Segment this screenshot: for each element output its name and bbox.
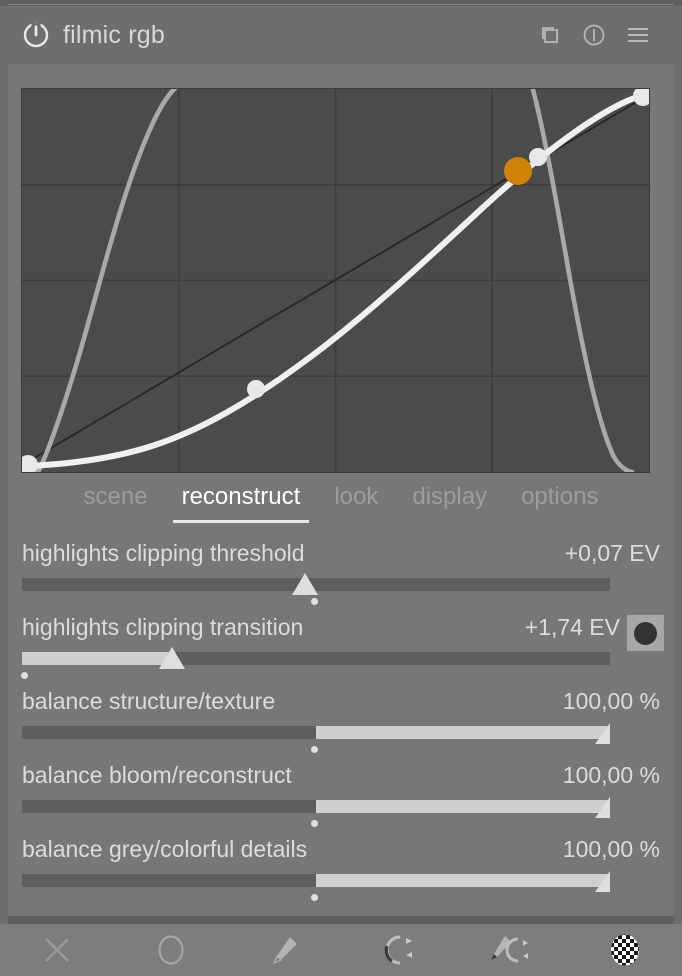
blend-mask-toolbar — [0, 924, 682, 976]
tab-reconstruct[interactable]: reconstruct — [165, 477, 318, 523]
shadows-node — [247, 380, 265, 398]
slider-default-marker — [311, 746, 318, 753]
slider-value: 100,00 % — [562, 688, 660, 714]
slider-label: balance grey/colorful details — [22, 836, 308, 862]
slider-label: highlights clipping threshold — [22, 540, 305, 566]
slider-default-marker — [311, 894, 318, 901]
parametric-icon — [384, 935, 412, 965]
tab-look[interactable]: look — [317, 477, 395, 511]
mask-uniformly-button[interactable] — [114, 924, 228, 976]
slider-header: balance structure/texture 100,00 % — [22, 688, 660, 715]
slider-track[interactable] — [22, 652, 610, 665]
slider-fill — [22, 652, 172, 665]
tone-curve-svg — [22, 89, 649, 472]
tab-label: scene — [83, 483, 148, 510]
slider-track[interactable] — [22, 800, 610, 813]
slider-track[interactable] — [22, 578, 610, 591]
tab-label: display — [412, 483, 488, 510]
slider-fill — [316, 874, 610, 887]
slider-value: +0,07 EV — [564, 540, 660, 566]
tab-display[interactable]: display — [395, 477, 504, 511]
circle-icon — [157, 935, 184, 965]
slider-balance-bloom-reconstruct[interactable]: balance bloom/reconstruct 100,00 % — [0, 756, 682, 830]
slider-track[interactable] — [22, 874, 610, 887]
color-picker-icon — [634, 621, 657, 645]
color-picker-button[interactable] — [627, 615, 664, 651]
tone-curve-graph[interactable] — [21, 88, 650, 473]
slider-fill — [316, 800, 610, 813]
tab-label: reconstruct — [181, 483, 301, 510]
slider-header: balance grey/colorful details 100,00 % — [22, 836, 660, 863]
checkerboard-icon — [611, 934, 640, 966]
slider-highlights-clipping-transition[interactable]: highlights clipping transition +1,74 EV — [0, 608, 682, 682]
tab-active-underline — [172, 520, 310, 523]
mask-raster-button[interactable] — [568, 924, 682, 976]
slider-label: balance bloom/reconstruct — [22, 762, 292, 788]
tab-options[interactable]: options — [504, 477, 615, 511]
mask-drawn-button[interactable] — [227, 924, 341, 976]
slider-label: highlights clipping transition — [22, 614, 304, 640]
slider-label: balance structure/texture — [22, 688, 276, 714]
pencil-icon — [273, 937, 298, 965]
slider-default-marker — [311, 598, 318, 605]
tab-label: options — [521, 483, 599, 510]
slider-value: +1,74 EV — [524, 614, 620, 640]
panel-bottom-divider — [8, 916, 674, 924]
slider-default-marker — [21, 672, 28, 679]
slider-value: 100,00 % — [562, 762, 660, 788]
slider-highlights-clipping-threshold[interactable]: highlights clipping threshold +0,07 EV — [0, 534, 682, 608]
module-title: filmic rgb — [63, 20, 166, 49]
mask-drawn-parametric-button[interactable] — [455, 924, 569, 976]
mask-parametric-button[interactable] — [341, 924, 455, 976]
highlights-node — [529, 148, 547, 166]
multi-instance-icon[interactable] — [538, 23, 562, 47]
slider-header: balance bloom/reconstruct 100,00 % — [22, 762, 660, 789]
slider-value: 100,00 % — [562, 836, 660, 862]
reset-icon[interactable] — [582, 23, 606, 47]
slider-fill — [316, 726, 610, 739]
tab-scene[interactable]: scene — [67, 477, 165, 511]
slider-default-marker — [311, 820, 318, 827]
slider-list: highlights clipping threshold +0,07 EV h… — [0, 534, 682, 904]
tone-curve-plot-area[interactable] — [21, 88, 650, 473]
mask-off-button[interactable] — [0, 924, 114, 976]
header-icon-group — [538, 23, 650, 47]
module-header: filmic rgb — [8, 6, 674, 64]
tab-bar: scene reconstruct look display options — [8, 477, 674, 525]
filmic-rgb-module: filmic rgb scene reconstruct look displa… — [0, 0, 682, 976]
pencil-parametric-icon — [490, 936, 528, 963]
power-icon[interactable] — [21, 20, 51, 50]
top-strip-line — [8, 4, 674, 5]
slider-header: highlights clipping transition +1,74 EV — [22, 614, 620, 641]
slider-header: highlights clipping threshold +0,07 EV — [22, 540, 660, 567]
x-icon — [44, 938, 69, 962]
presets-menu-icon[interactable] — [626, 23, 650, 47]
tab-label: look — [334, 483, 379, 510]
slider-balance-structure-texture[interactable]: balance structure/texture 100,00 % — [0, 682, 682, 756]
slider-balance-grey-colorful-details[interactable]: balance grey/colorful details 100,00 % — [0, 830, 682, 904]
slider-track[interactable] — [22, 726, 610, 739]
grey-node — [504, 157, 532, 185]
